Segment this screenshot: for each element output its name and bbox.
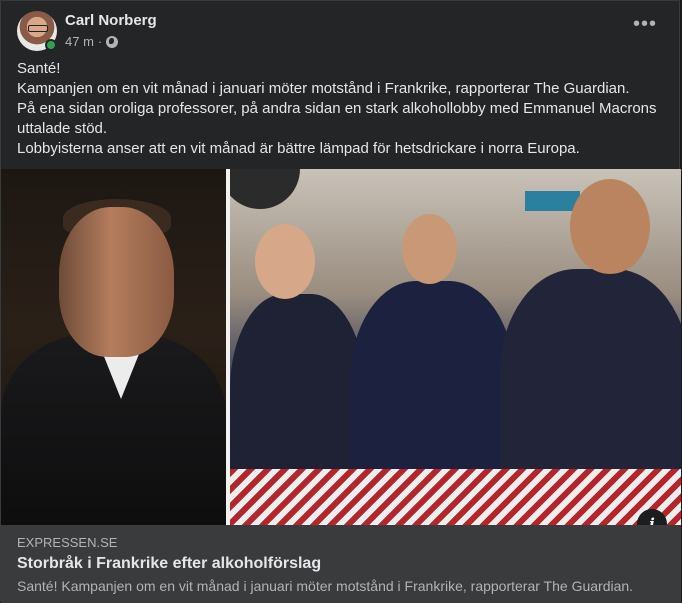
post-text-line: uttalade stöd. — [17, 120, 108, 137]
link-preview-image[interactable]: i — [1, 169, 681, 525]
link-title[interactable]: Storbråk i Frankrike efter alkoholförsla… — [17, 555, 321, 573]
post-card: Carl Norberg 47 m · ••• Santé! Kampanjen… — [0, 0, 681, 603]
globe-icon[interactable] — [106, 35, 119, 48]
link-domain: EXPRESSEN.SE — [17, 535, 118, 550]
tasting-photo — [230, 169, 681, 525]
post-text-line: På ena sidan oroliga professorer, på and… — [17, 100, 657, 117]
post-text: Santé! Kampanjen om en vit månad i janua… — [17, 59, 667, 159]
post-meta: 47 m · — [65, 34, 119, 49]
link-preview[interactable]: EXPRESSEN.SE Storbråk i Frankrike efter … — [1, 525, 681, 603]
post-text-line: Santé! — [17, 60, 61, 77]
post-time[interactable]: 47 m — [65, 34, 94, 49]
portrait-photo — [1, 169, 226, 525]
meta-separator: · — [97, 34, 103, 49]
post-header: Carl Norberg 47 m · ••• — [1, 1, 679, 57]
link-description: Santé! Kampanjen om en vit månad i janua… — [17, 578, 634, 594]
more-options-icon[interactable]: ••• — [633, 14, 657, 37]
post-text-line: Kampanjen om en vit månad i januari möte… — [17, 80, 630, 97]
online-status-indicator — [45, 39, 57, 51]
post-text-line: Lobbyisterna anser att en vit månad är b… — [17, 140, 580, 157]
author-name[interactable]: Carl Norberg — [65, 12, 157, 29]
